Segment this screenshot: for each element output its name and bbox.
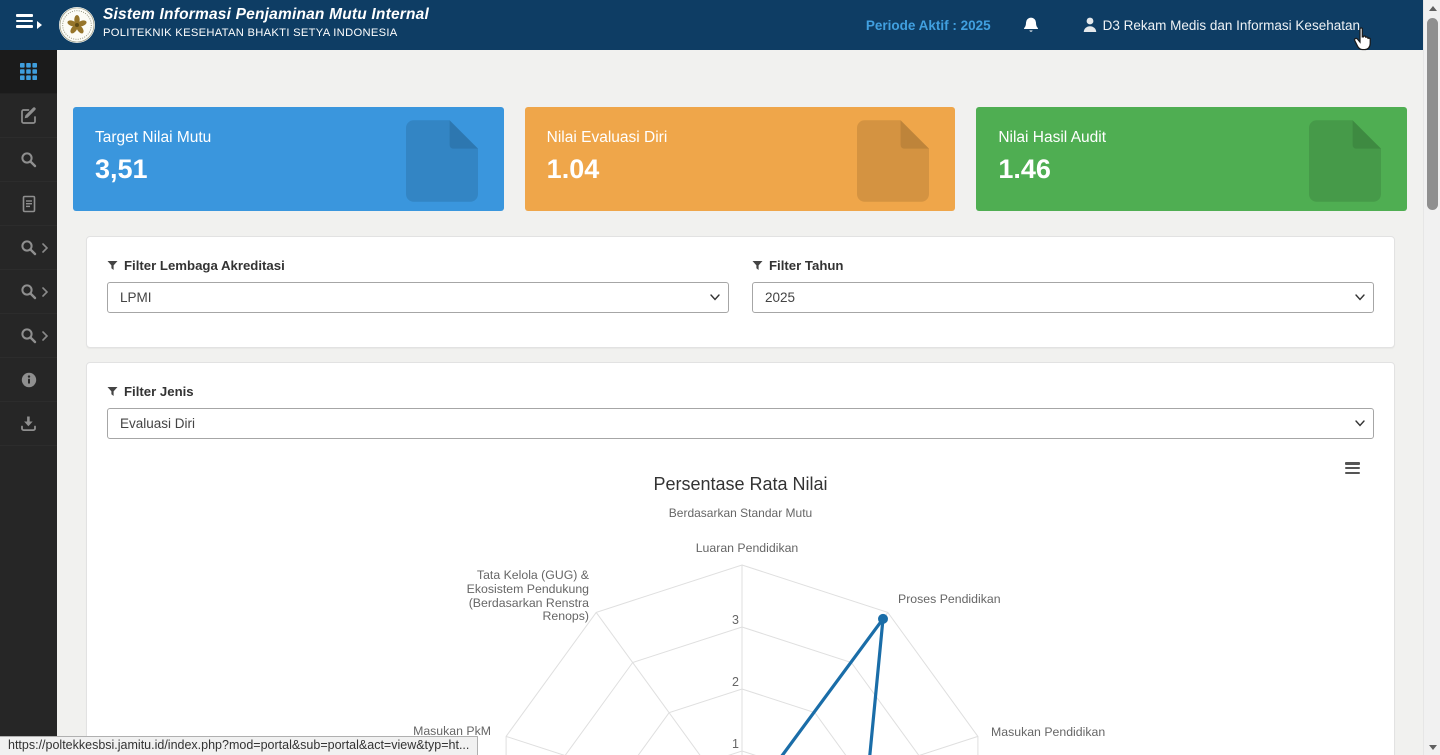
card-nilai-hasil-audit: Nilai Hasil Audit 1.46 <box>976 107 1407 211</box>
filter-tahun-wrap: 2025 <box>752 282 1374 313</box>
filter-jenis-wrap: Evaluasi Diri <box>107 408 1374 439</box>
filter-icon <box>107 386 118 397</box>
svg-text:2: 2 <box>732 675 739 689</box>
radar-chart: Persentase Rata Nilai Berdasarkan Standa… <box>87 474 1394 520</box>
scrollbar-down-button[interactable] <box>1424 739 1440 755</box>
vertical-scrollbar <box>1423 0 1440 755</box>
institution-name: POLITEKNIK KESEHATAN BHAKTI SETYA INDONE… <box>103 27 429 39</box>
axis-label-tata-kelola-line1: Tata Kelola (GUG) & <box>389 569 589 583</box>
stat-cards-row: Target Nilai Mutu 3,51 Nilai Evaluasi Di… <box>73 107 1407 211</box>
sidebar-item-search-menu-2[interactable] <box>0 270 57 314</box>
axis-label-tata-kelola-line2: Ekosistem Pendukung <box>389 583 589 597</box>
axis-label-tata-kelola: Tata Kelola (GUG) & Ekosistem Pendukung … <box>389 569 589 624</box>
chart-subtitle: Berdasarkan Standar Mutu <box>87 506 1394 520</box>
institution-logo <box>58 6 96 44</box>
card-target-nilai-mutu: Target Nilai Mutu 3,51 <box>73 107 504 211</box>
user-menu[interactable]: D3 Rekam Medis dan Informasi Kesehatan <box>1083 17 1360 33</box>
notifications-button[interactable] <box>1023 16 1039 34</box>
file-icon <box>20 195 38 213</box>
scrollbar-thumb[interactable] <box>1427 18 1438 210</box>
axis-label-luaran-pendidikan: Luaran Pendidikan <box>672 542 822 556</box>
browser-status-bar: https://poltekkesbsi.jamitu.id/index.php… <box>0 736 478 755</box>
search-icon <box>20 327 37 344</box>
filter-lembaga-label: Filter Lembaga Akreditasi <box>124 258 285 273</box>
chart-export-menu-button[interactable] <box>1345 462 1362 476</box>
status-url: https://poltekkesbsi.jamitu.id/index.php… <box>8 738 469 752</box>
left-sidebar <box>0 50 57 755</box>
filter-jenis-select[interactable]: Evaluasi Diri <box>107 408 1374 439</box>
sidebar-item-documents[interactable] <box>0 182 57 226</box>
sidebar-item-info[interactable] <box>0 358 57 402</box>
triangle-down-icon <box>1429 745 1437 750</box>
chevron-right-icon <box>42 243 48 253</box>
axis-label-proses-pendidikan: Proses Pendidikan <box>898 593 1001 607</box>
hamburger-icon <box>1345 462 1362 474</box>
scrollbar-up-button[interactable] <box>1424 0 1440 16</box>
bell-icon <box>1023 16 1039 34</box>
filter-tahun-label: Filter Tahun <box>769 258 843 273</box>
filter-icon <box>107 260 118 271</box>
logged-in-user-label: D3 Rekam Medis dan Informasi Kesehatan <box>1103 18 1360 33</box>
sidebar-item-download[interactable] <box>0 402 57 446</box>
axis-label-masukan-pendidikan: Masukan Pendidikan <box>991 726 1105 740</box>
sidebar-item-search-menu-3[interactable] <box>0 314 57 358</box>
download-icon <box>20 415 37 432</box>
axis-label-tata-kelola-line4: Renops) <box>389 610 589 624</box>
chart-title: Persentase Rata Nilai <box>87 474 1394 495</box>
application-window: Sistem Informasi Penjaminan Mutu Interna… <box>0 0 1440 755</box>
search-icon <box>20 151 37 168</box>
sidebar-toggle-button[interactable] <box>16 14 46 36</box>
filter-lembaga-label-row: Filter Lembaga Akreditasi <box>107 258 729 273</box>
grid-icon <box>20 63 37 80</box>
document-icon <box>406 120 478 202</box>
document-icon <box>1309 120 1381 202</box>
chevron-right-icon <box>42 287 48 297</box>
filter-lembaga-select[interactable]: LPMI <box>107 282 729 313</box>
filter-jenis-label-row: Filter Jenis <box>107 384 1374 399</box>
main-content: Target Nilai Mutu 3,51 Nilai Evaluasi Di… <box>57 50 1423 755</box>
axis-label-tata-kelola-line3: (Berdasarkan Renstra <box>389 597 589 611</box>
edit-icon <box>20 107 38 125</box>
sidebar-item-search-menu-1[interactable] <box>0 226 57 270</box>
chevron-right-icon <box>42 331 48 341</box>
expand-arrow-icon <box>37 21 42 29</box>
top-navbar: Sistem Informasi Penjaminan Mutu Interna… <box>0 0 1423 50</box>
active-period-label: Periode Aktif : 2025 <box>866 18 991 33</box>
sidebar-item-input[interactable] <box>0 94 57 138</box>
svg-text:1: 1 <box>732 737 739 751</box>
brand-text: Sistem Informasi Penjaminan Mutu Interna… <box>103 6 429 39</box>
search-icon <box>20 239 37 256</box>
filter-jenis-label: Filter Jenis <box>124 384 194 399</box>
chart-panel: Filter Jenis Evaluasi Diri Persentase Ra… <box>86 362 1395 755</box>
filter-icon <box>752 260 763 271</box>
sidebar-item-search[interactable] <box>0 138 57 182</box>
triangle-up-icon <box>1429 6 1437 11</box>
sidebar-item-dashboard[interactable] <box>0 50 57 94</box>
filter-lembaga-wrap: LPMI <box>107 282 729 313</box>
info-icon <box>20 371 38 389</box>
document-icon <box>857 120 929 202</box>
filter-tahun-label-row: Filter Tahun <box>752 258 1374 273</box>
user-icon <box>1083 17 1097 33</box>
search-icon <box>20 283 37 300</box>
card-nilai-evaluasi-diri: Nilai Evaluasi Diri 1.04 <box>525 107 956 211</box>
app-title: Sistem Informasi Penjaminan Mutu Interna… <box>103 6 429 24</box>
svg-text:3: 3 <box>732 613 739 627</box>
filter-panel: Filter Lembaga Akreditasi LPMI <box>86 236 1395 348</box>
filter-tahun-select[interactable]: 2025 <box>752 282 1374 313</box>
